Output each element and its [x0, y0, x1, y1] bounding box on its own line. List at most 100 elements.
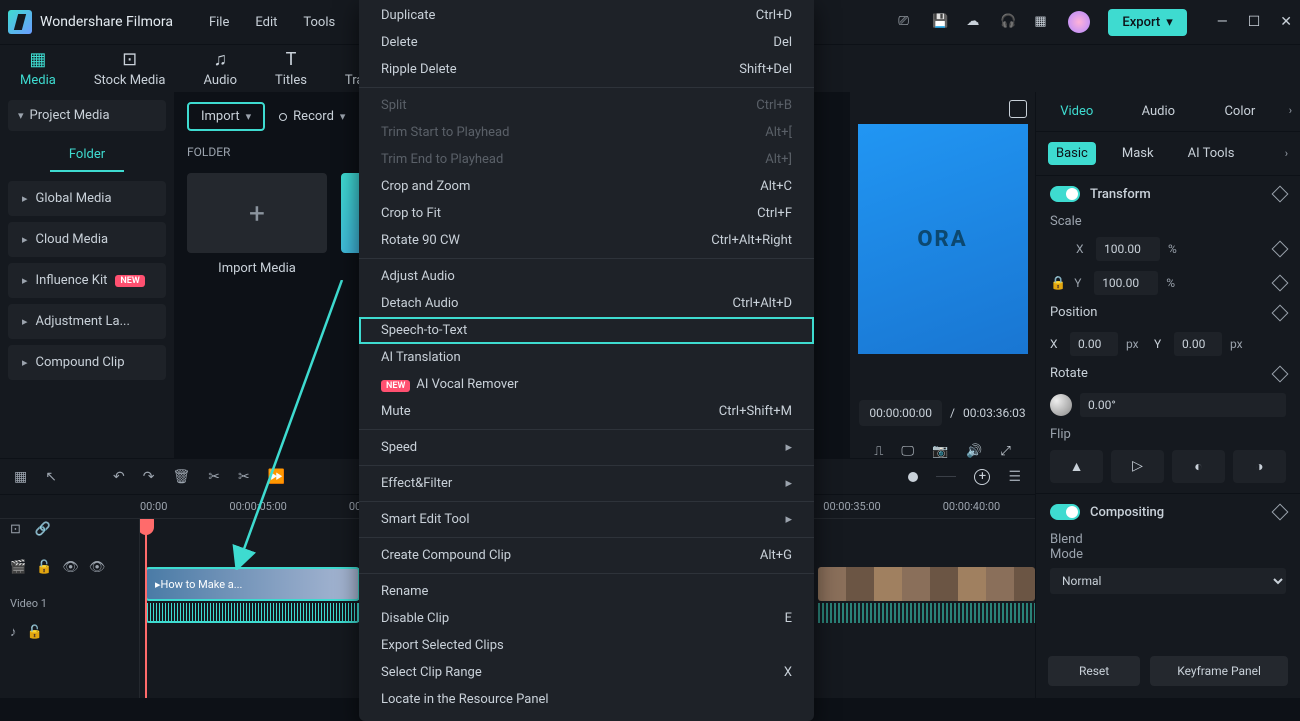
ctx-disable-clip[interactable]: Disable ClipE [359, 605, 814, 632]
transform-toggle[interactable] [1050, 186, 1080, 202]
menu-file[interactable]: File [209, 15, 229, 30]
lock-icon[interactable]: 🔓 [36, 560, 52, 575]
keyframe-icon[interactable] [1272, 241, 1289, 258]
save-icon[interactable]: 💾 [932, 14, 948, 30]
ctx-ai-vocal-remover[interactable]: NEWAI Vocal Remover [359, 371, 814, 398]
crop-icon[interactable]: ✂ [238, 469, 250, 485]
cursor-icon[interactable]: ↖ [45, 469, 57, 485]
folder-tab[interactable]: Folder [50, 139, 124, 172]
subtab-ai-tools[interactable]: AI Tools [1180, 142, 1243, 165]
video-clip[interactable]: ▸ How to Make a... [145, 567, 360, 601]
visibility-icon[interactable]: 👁 [62, 560, 79, 575]
playhead[interactable] [145, 519, 147, 698]
flip-3-button[interactable]: ◐ [1172, 450, 1225, 483]
ctx-ripple-delete[interactable]: Ripple DeleteShift+Del [359, 56, 814, 83]
mute-icon[interactable]: 👁 [89, 560, 106, 575]
ctx-duplicate[interactable]: DuplicateCtrl+D [359, 2, 814, 29]
sidebar-item-adjustment-layer[interactable]: ▸Adjustment La... [8, 304, 166, 339]
speed-icon[interactable]: ⏩ [268, 469, 285, 485]
snapshot-icon[interactable] [1009, 100, 1027, 118]
ctx-create-compound-clip[interactable]: Create Compound ClipAlt+G [359, 542, 814, 569]
blend-mode-select[interactable]: Normal [1050, 568, 1286, 594]
fullscreen-icon[interactable]: ⤢ [1000, 444, 1010, 459]
tab-stock-media[interactable]: ⊡Stock Media [94, 49, 166, 88]
subtab-basic[interactable]: Basic [1048, 142, 1096, 165]
display-icon[interactable]: 🖵 [901, 444, 914, 459]
ctx-speed[interactable]: Speed▸ [359, 434, 814, 461]
import-media-tile[interactable]: + Import Media [187, 173, 327, 276]
scale-y-input[interactable] [1094, 271, 1158, 295]
ctx-crop-and-zoom[interactable]: Crop and ZoomAlt+C [359, 173, 814, 200]
ctx-adjust-audio[interactable]: Adjust Audio [359, 263, 814, 290]
rotate-input[interactable] [1080, 393, 1286, 417]
tab-video[interactable]: Video [1036, 92, 1118, 131]
chevron-right-icon[interactable]: › [1285, 147, 1288, 160]
pos-x-input[interactable] [1070, 332, 1118, 356]
ctx-select-clip-range[interactable]: Select Clip RangeX [359, 659, 814, 686]
compositing-toggle[interactable] [1050, 504, 1080, 520]
clip-thumbnails[interactable] [818, 567, 1035, 601]
track-marker-icon[interactable]: ⊡ [10, 522, 21, 537]
tab-color[interactable]: Color [1199, 92, 1281, 131]
ctx-delete[interactable]: DeleteDel [359, 29, 814, 56]
list-icon[interactable]: ☰ [1008, 469, 1021, 485]
ctx-ai-translation[interactable]: AI Translation [359, 344, 814, 371]
apps-icon[interactable]: ▦ [1034, 14, 1050, 30]
cut-icon[interactable]: ✂ [208, 469, 220, 485]
ctx-crop-to-fit[interactable]: Crop to FitCtrl+F [359, 200, 814, 227]
zoom-in-button[interactable]: + [974, 469, 990, 485]
zoom-slider-thumb[interactable] [908, 472, 918, 482]
sidebar-item-influence-kit[interactable]: ▸Influence KitNEW [8, 263, 166, 298]
track-link-icon[interactable]: 🔗 [35, 522, 51, 537]
cloud-icon[interactable]: ☁ [966, 14, 982, 30]
ctx-effect-filter[interactable]: Effect&Filter▸ [359, 470, 814, 497]
keyframe-icon[interactable] [1272, 275, 1289, 292]
headphones-icon[interactable]: 🎧 [1000, 14, 1016, 30]
export-button[interactable]: Export ▾ [1108, 9, 1186, 36]
tab-audio[interactable]: ♫Audio [204, 49, 237, 88]
keyframe-panel-button[interactable]: Keyframe Panel [1150, 656, 1288, 686]
keyframe-icon[interactable] [1272, 504, 1289, 521]
close-button[interactable]: ✕ [1280, 14, 1292, 30]
pos-y-input[interactable] [1174, 332, 1222, 356]
clip-waveform[interactable] [145, 603, 360, 623]
undo-icon[interactable]: ↶ [113, 469, 125, 485]
avatar[interactable] [1068, 11, 1090, 33]
video-track-header[interactable]: 🎬 🔓 👁 👁 [0, 539, 139, 595]
camera-icon[interactable]: 📷 [932, 444, 948, 459]
ctx-rename[interactable]: Rename [359, 578, 814, 605]
sidebar-item-global-media[interactable]: ▸Global Media [8, 181, 166, 216]
markers-icon[interactable]: ⎍ [874, 444, 883, 459]
audio-track-header[interactable]: ♪ 🔓 [0, 612, 139, 652]
grid-icon[interactable]: ▦ [14, 469, 27, 485]
keyframe-icon[interactable] [1272, 304, 1289, 321]
lock-icon[interactable]: 🔒 [1050, 276, 1066, 291]
volume-icon[interactable]: 🔊 [966, 444, 982, 459]
import-button[interactable]: Import ▾ [187, 102, 265, 131]
scale-x-input[interactable] [1096, 237, 1160, 261]
menu-edit[interactable]: Edit [255, 15, 277, 30]
chevron-right-icon[interactable]: › [1281, 92, 1300, 131]
flip-vertical-button[interactable]: ▷ [1111, 450, 1164, 483]
minimize-button[interactable]: ― [1217, 14, 1228, 30]
project-media-dropdown[interactable]: ▾ Project Media [8, 100, 166, 131]
ctx-smart-edit-tool[interactable]: Smart Edit Tool▸ [359, 506, 814, 533]
reset-button[interactable]: Reset [1048, 656, 1140, 686]
ctx-speech-to-text[interactable]: Speech-to-Text [359, 317, 814, 344]
rotate-dial[interactable] [1050, 394, 1072, 416]
flip-horizontal-button[interactable]: ▲ [1050, 450, 1103, 483]
ctx-mute[interactable]: MuteCtrl+Shift+M [359, 398, 814, 425]
subtab-mask[interactable]: Mask [1114, 142, 1162, 165]
ctx-export-selected-clips[interactable]: Export Selected Clips [359, 632, 814, 659]
delete-icon[interactable]: 🗑 [172, 469, 190, 485]
maximize-button[interactable]: ☐ [1248, 14, 1261, 30]
ctx-locate-in-the-resource-panel[interactable]: Locate in the Resource Panel [359, 686, 814, 713]
record-button[interactable]: Record ▾ [279, 109, 345, 124]
sidebar-item-compound-clip[interactable]: ▸Compound Clip [8, 345, 166, 380]
screen-icon[interactable]: ⎚ [898, 14, 914, 30]
ctx-rotate-90-cw[interactable]: Rotate 90 CWCtrl+Alt+Right [359, 227, 814, 254]
flip-4-button[interactable]: ◑ [1233, 450, 1286, 483]
sidebar-item-cloud-media[interactable]: ▸Cloud Media [8, 222, 166, 257]
menu-tools[interactable]: Tools [303, 15, 335, 30]
ctx-detach-audio[interactable]: Detach AudioCtrl+Alt+D [359, 290, 814, 317]
